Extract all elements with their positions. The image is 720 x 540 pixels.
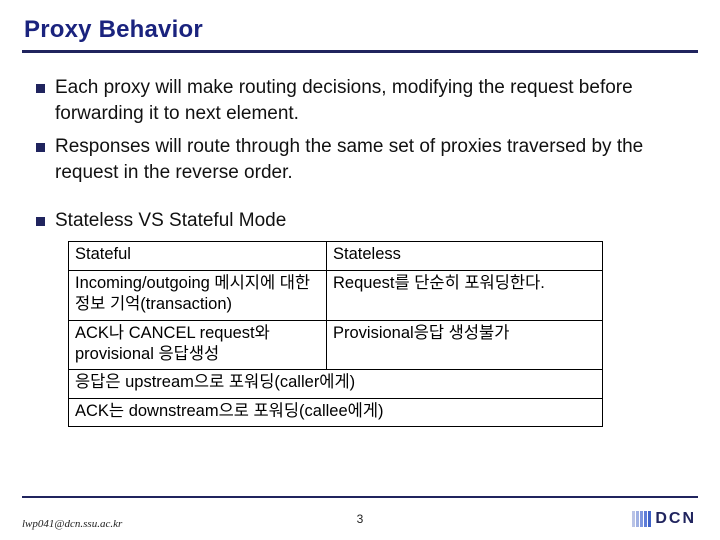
bullet-list: Each proxy will make routing decisions, … <box>36 75 698 233</box>
table-cell: Stateless <box>327 242 603 270</box>
bullet-item: Responses will route through the same se… <box>36 134 698 185</box>
logo-text: DCN <box>655 510 696 528</box>
bullet-icon <box>36 217 45 226</box>
table-cell: ACK나 CANCEL request와 provisional 응답생성 <box>69 320 327 370</box>
slide: Proxy Behavior Each proxy will make rout… <box>0 0 720 540</box>
bullet-text: Stateless VS Stateful Mode <box>55 208 698 234</box>
table-cell: Stateful <box>69 242 327 270</box>
table-row: Incoming/outgoing 메시지에 대한 정보 기억(transact… <box>69 270 603 320</box>
bullet-item: Each proxy will make routing decisions, … <box>36 75 698 126</box>
page-number: 3 <box>357 512 364 526</box>
table-cell: Provisional응답 생성불가 <box>327 320 603 370</box>
table-row: ACK나 CANCEL request와 provisional 응답생성 Pr… <box>69 320 603 370</box>
footer-email: lwp041@dcn.ssu.ac.kr <box>22 518 122 530</box>
table-cell: 응답은 upstream으로 포워딩(caller에게) <box>69 370 603 398</box>
table-row: ACK는 downstream으로 포워딩(callee에게) <box>69 398 603 426</box>
table-row: Stateful Stateless <box>69 242 603 270</box>
bullet-text: Responses will route through the same se… <box>55 134 698 185</box>
slide-title: Proxy Behavior <box>22 14 698 53</box>
table-cell: Request를 단순히 포워딩한다. <box>327 270 603 320</box>
logo-bars-icon <box>632 511 651 527</box>
table-row: 응답은 upstream으로 포워딩(caller에게) <box>69 370 603 398</box>
bullet-item: Stateless VS Stateful Mode <box>36 208 698 234</box>
table-cell: ACK는 downstream으로 포워딩(callee에게) <box>69 398 603 426</box>
comparison-table: Stateful Stateless Incoming/outgoing 메시지… <box>68 241 603 427</box>
bullet-icon <box>36 143 45 152</box>
bullet-text: Each proxy will make routing decisions, … <box>55 75 698 126</box>
footer-logo: DCN <box>632 510 696 528</box>
comparison-table-wrapper: Stateful Stateless Incoming/outgoing 메시지… <box>68 241 698 427</box>
table-cell: Incoming/outgoing 메시지에 대한 정보 기억(transact… <box>69 270 327 320</box>
footer-rule <box>22 496 698 499</box>
slide-footer: lwp041@dcn.ssu.ac.kr 3 DCN <box>0 496 720 530</box>
bullet-icon <box>36 84 45 93</box>
